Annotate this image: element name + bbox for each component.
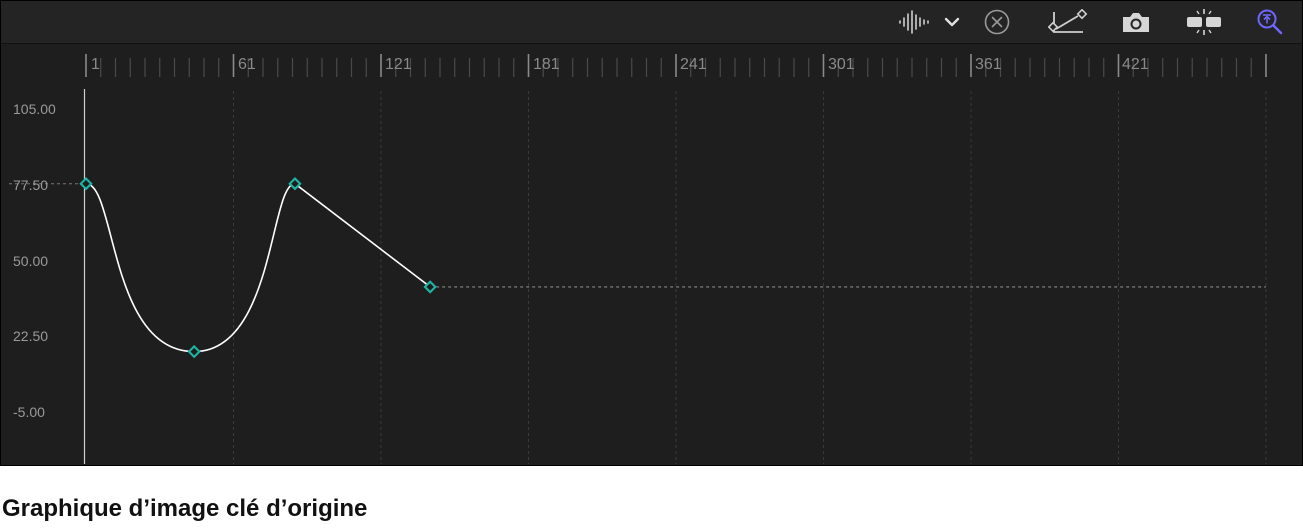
figure-caption: Graphique d’image clé d’origine <box>2 495 368 522</box>
animation-curve <box>85 182 431 353</box>
y-axis-label: 105.00 <box>13 101 56 117</box>
ruler-frame-label: 181 <box>533 56 560 73</box>
ruler-frame-label: 61 <box>238 56 256 73</box>
ruler-frame-label: 121 <box>385 56 412 73</box>
curve-graph[interactable] <box>1 1 1302 465</box>
y-axis-label: 22.50 <box>13 328 49 344</box>
ruler-frame-label: 301 <box>828 56 855 73</box>
y-axis-label: 50.00 <box>13 253 49 269</box>
ruler-frame-label: 361 <box>975 56 1002 73</box>
keyframe-editor: 105.00 77.50 50.00 22.50 -5.00 1 61 121 … <box>0 0 1303 466</box>
ruler-frame-label: 1 <box>91 56 100 73</box>
keyframe-marker <box>187 344 201 359</box>
keyframe-marker <box>79 177 93 191</box>
y-axis-label: 77.50 <box>13 177 49 193</box>
ruler-frame-label: 421 <box>1122 56 1149 73</box>
y-axis-label: -5.00 <box>13 404 45 420</box>
ruler-frame-label: 241 <box>680 56 707 73</box>
